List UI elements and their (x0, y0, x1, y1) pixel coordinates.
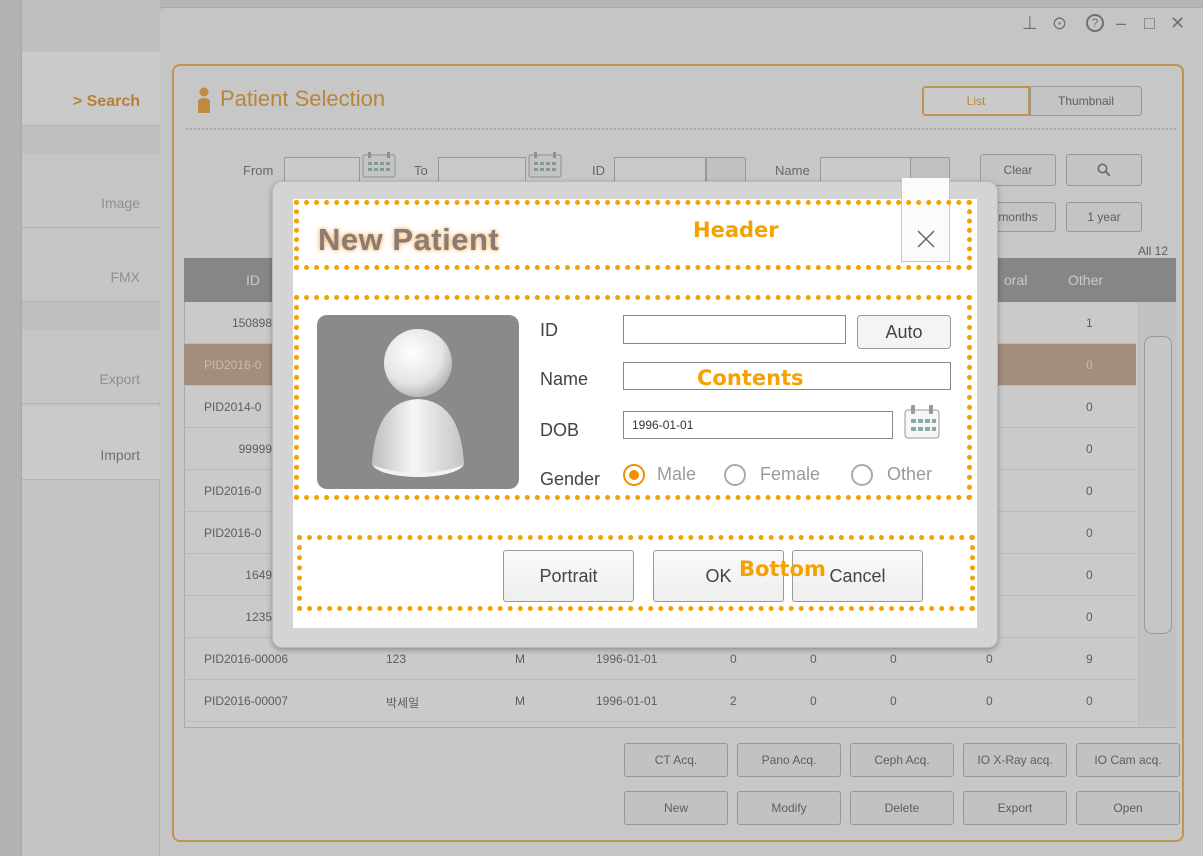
header-annotation-label: Header (693, 218, 779, 242)
contents-annotation-box (294, 295, 972, 500)
contents-annotation-label: Contents (697, 366, 804, 390)
bottom-annotation-box (297, 535, 975, 611)
bottom-annotation-label: Bottom (739, 557, 826, 581)
header-annotation-box (294, 200, 972, 270)
